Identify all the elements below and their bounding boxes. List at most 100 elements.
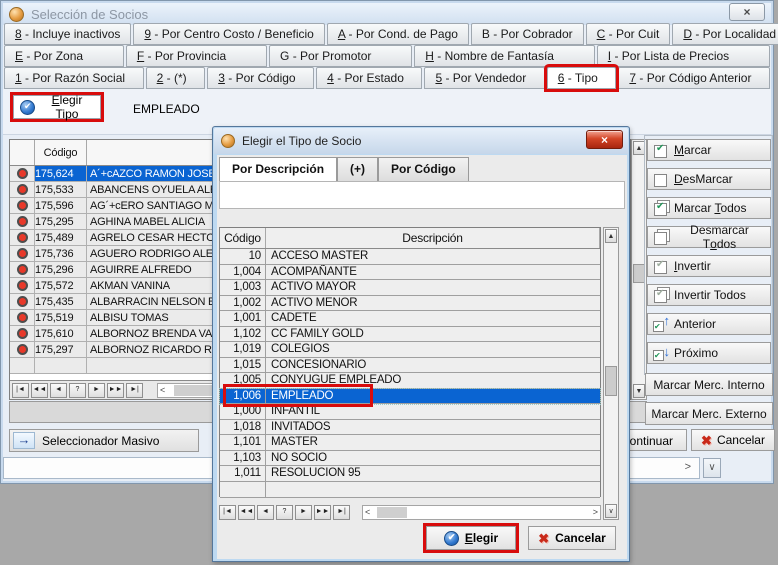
type-row[interactable]: 1,015CONCESIONARIO	[220, 358, 600, 374]
nav-search-button[interactable]: ?	[69, 383, 86, 398]
main-close-button[interactable]: ×	[729, 3, 765, 21]
type-code: 1,015	[220, 358, 266, 373]
type-row[interactable]: 1,001CADETE	[220, 311, 600, 327]
scroll-down-icon[interactable]: ▼	[633, 384, 645, 398]
nav-next-button[interactable]: ►	[295, 505, 312, 520]
dialog-tab-[interactable]: (+)	[337, 157, 378, 181]
tab-3-por-codigo[interactable]: 3 - Por Código	[207, 67, 314, 89]
type-row[interactable]: 1,101MASTER	[220, 435, 600, 451]
tab-i-por-lista-de-precios[interactable]: I - Por Lista de Precios	[597, 45, 770, 67]
cancelar-button[interactable]: ✖ Cancelar	[691, 429, 775, 451]
scroll-right-icon[interactable]: >	[685, 461, 691, 473]
tab-4-por-estado[interactable]: 4 - Por Estado	[316, 67, 422, 89]
checkbox-empty-stack-icon	[653, 230, 668, 245]
tab-6-tipo[interactable]: 6 - Tipo	[547, 67, 617, 89]
marker-column-header	[10, 140, 35, 165]
elegir-button[interactable]: Elegir	[426, 526, 516, 550]
type-row[interactable]: 1,006EMPLEADO	[220, 389, 600, 405]
arrow-down-icon: ✔	[653, 346, 668, 361]
tab-f-por-provincia[interactable]: F - Por Provincia	[126, 45, 267, 67]
scroll-left-icon[interactable]: <	[160, 384, 165, 397]
tab-c-por-cuit[interactable]: C - Por Cuit	[586, 23, 671, 45]
tab-d-por-localidad[interactable]: D - Por Localidad	[672, 23, 778, 45]
type-code-header: Código	[220, 228, 266, 248]
type-code: 1,002	[220, 296, 266, 311]
nav-last-button[interactable]: ►|	[126, 383, 143, 398]
dialog-tabs: Por Descripción(+)Por Código	[219, 157, 469, 181]
main-titlebar: Selección de Socios	[3, 3, 771, 25]
type-code: 1,019	[220, 342, 266, 357]
tab-5-por-vendedor[interactable]: 5 - Por Vendedor	[424, 67, 544, 89]
marcar-button[interactable]: Marcar	[647, 139, 771, 161]
tab-g-por-promotor[interactable]: G - Por Promotor	[269, 45, 412, 67]
nav-prev-button[interactable]: ◄	[50, 383, 67, 398]
scroll-right-icon[interactable]: >	[593, 506, 598, 519]
nav-first-button[interactable]: |◄	[12, 383, 29, 398]
nav-search-button[interactable]: ?	[276, 505, 293, 520]
member-code: 175,736	[35, 246, 87, 261]
type-row[interactable]: 1,005CONYUGUE EMPLEADO	[220, 373, 600, 389]
anterior-button[interactable]: ✔ Anterior	[647, 313, 771, 335]
tab-1-por-razon-social[interactable]: 1 - Por Razón Social	[4, 67, 144, 89]
tab-9-por-centro-costo-beneficio[interactable]: 9 - Por Centro Costo / Beneficio	[133, 23, 324, 45]
type-row[interactable]: 1,102CC FAMILY GOLD	[220, 327, 600, 343]
hscroll-thumb[interactable]	[377, 507, 407, 518]
type-row[interactable]: 1,018INVITADOS	[220, 420, 600, 436]
dialog-close-button[interactable]: ×	[586, 130, 623, 149]
type-hscrollbar[interactable]: < >	[362, 505, 601, 520]
dialog-tab-por-descripcion[interactable]: Por Descripción	[219, 157, 337, 181]
type-row[interactable]: 1,103NO SOCIO	[220, 451, 600, 467]
tab-a-por-cond-de-pago[interactable]: A - Por Cond. de Pago	[327, 23, 469, 45]
record-marker-icon	[17, 264, 28, 275]
type-code: 1,011	[220, 466, 266, 481]
dialog-tab-por-codigo[interactable]: Por Código	[378, 157, 469, 181]
marcar-merc-interno-button[interactable]: Marcar Merc. Interno	[645, 373, 773, 396]
tab-e-por-zona[interactable]: E - Por Zona	[4, 45, 124, 67]
desmarcar-button[interactable]: DesMarcar	[647, 168, 771, 190]
scroll-up-icon[interactable]: ▲	[605, 229, 617, 243]
dialog-cancelar-button[interactable]: ✖ Cancelar	[528, 526, 616, 550]
nav-fast-prev-button[interactable]: ◄◄	[238, 505, 255, 520]
invertir-todos-button[interactable]: Invertir Todos	[647, 284, 771, 306]
nav-fast-prev-button[interactable]: ◄◄	[31, 383, 48, 398]
type-row[interactable]: 1,004ACOMPAÑANTE	[220, 265, 600, 281]
tab-2[interactable]: 2 - (*)	[146, 67, 206, 89]
button-label: DesMarcar	[674, 172, 733, 186]
type-row[interactable]: 1,019COLEGIOS	[220, 342, 600, 358]
type-vscrollbar[interactable]: ▲ ∨	[603, 227, 619, 520]
arrow-up-icon: ✔	[653, 317, 668, 332]
type-row[interactable]: 1,000INFANTIL	[220, 404, 600, 420]
scroll-left-icon[interactable]: <	[365, 506, 370, 519]
record-marker-icon	[17, 232, 28, 243]
button-label: Anterior	[674, 317, 716, 331]
elegir-tipo-button[interactable]: Elegir Tipo	[13, 95, 101, 119]
scroll-down-icon[interactable]: ∨	[605, 504, 617, 518]
type-table: Código Descripción 10ACCESO MASTER1,004A…	[219, 227, 601, 497]
nav-prev-button[interactable]: ◄	[257, 505, 274, 520]
type-row[interactable]: 10ACCESO MASTER	[220, 249, 600, 265]
tab-h-nombre-de-fantasia[interactable]: H - Nombre de Fantasía	[414, 45, 595, 67]
tab-8-incluye-inactivos[interactable]: 8 - Incluye inactivos	[4, 23, 131, 45]
type-table-header: Código Descripción	[220, 228, 600, 249]
type-row[interactable]: 1,011RESOLUCION 95	[220, 466, 600, 482]
tab-7-por-codigo-anterior[interactable]: 7 - Por Código Anterior	[618, 67, 770, 89]
type-code: 1,102	[220, 327, 266, 342]
type-row[interactable]: 1,002ACTIVO MENOR	[220, 296, 600, 312]
type-search-input[interactable]	[219, 181, 625, 209]
nav-first-button[interactable]: |◄	[219, 505, 236, 520]
nav-next-button[interactable]: ►	[88, 383, 105, 398]
type-desc: ACTIVO MAYOR	[266, 280, 600, 295]
nav-last-button[interactable]: ►|	[333, 505, 350, 520]
proximo-button[interactable]: ✔Próximo	[647, 342, 771, 364]
nav-fast-next-button[interactable]: ►►	[314, 505, 331, 520]
invertir-button[interactable]: Invertir	[647, 255, 771, 277]
marcar-todos-button[interactable]: Marcar Todos	[647, 197, 771, 219]
type-row[interactable]: 1,003ACTIVO MAYOR	[220, 280, 600, 296]
vscroll-thumb[interactable]	[605, 366, 617, 396]
seleccionador-masivo-button[interactable]: → Seleccionador Masivo	[9, 429, 199, 452]
marcar-merc-externo-button[interactable]: Marcar Merc. Externo	[645, 402, 773, 425]
tab-b-por-cobrador[interactable]: B - Por Cobrador	[471, 23, 584, 45]
desmarcar-todos-button[interactable]: Desmarcar Todos	[647, 226, 771, 248]
dropdown-button[interactable]: ∨	[703, 458, 721, 478]
nav-fast-next-button[interactable]: ►►	[107, 383, 124, 398]
